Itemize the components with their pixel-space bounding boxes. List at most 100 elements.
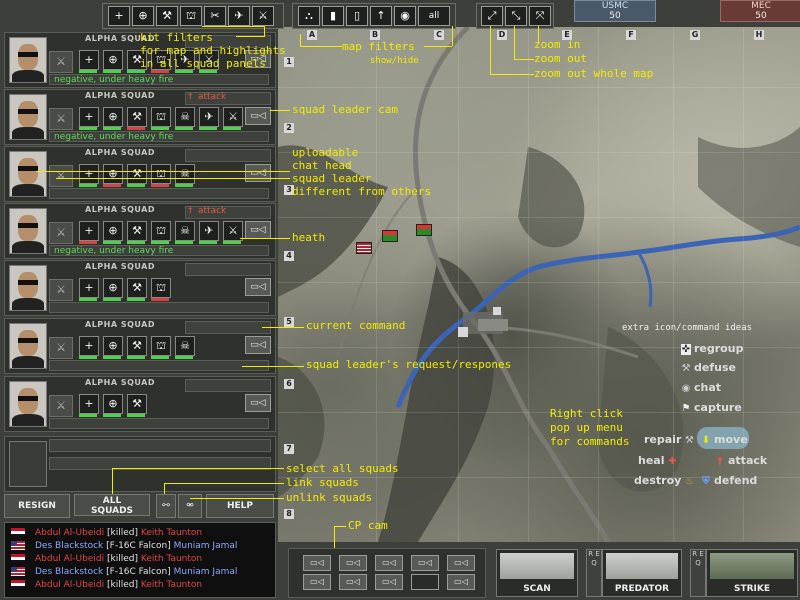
member-kit-icon[interactable]: ⛫: [151, 278, 171, 298]
member-kit-icon[interactable]: ⊕: [103, 164, 123, 184]
move-command[interactable]: ⬇ move: [698, 433, 748, 446]
request-predator-button[interactable]: R E Q: [586, 549, 602, 597]
cp-cam-button[interactable]: ▭◁: [375, 574, 403, 590]
cp-cam-button[interactable]: ▭◁: [375, 555, 403, 571]
squad-leader-kit-icon[interactable]: ⚔: [49, 165, 73, 187]
cp-cam-button[interactable]: ▭◁: [339, 574, 367, 590]
scan-button[interactable]: SCAN: [496, 549, 578, 597]
member-kit-icon[interactable]: ⚒: [127, 221, 147, 241]
member-kit-icon[interactable]: ⊕: [103, 107, 123, 127]
squad-leader-kit-icon[interactable]: ⚔: [49, 395, 73, 417]
regroup-command[interactable]: ✜ regroup: [678, 342, 743, 355]
member-kit-icon[interactable]: +: [79, 278, 99, 298]
member-kit-icon[interactable]: +: [79, 164, 99, 184]
member-kit-icon[interactable]: ⛫: [151, 336, 171, 356]
member-kit-icon[interactable]: ⚒: [127, 336, 147, 356]
destroy-command[interactable]: destroy ♨: [634, 474, 697, 487]
strike-button[interactable]: STRIKE: [706, 549, 798, 597]
squad-leader-avatar[interactable]: [9, 94, 47, 140]
engineer-kit-filter[interactable]: ⚒: [156, 6, 178, 26]
member-kit-icon[interactable]: +: [79, 394, 99, 414]
squad-leader-avatar[interactable]: [9, 381, 47, 427]
squad-leader-avatar[interactable]: [9, 323, 47, 369]
heal-command[interactable]: heal ✚: [638, 454, 681, 467]
cp-cam-button[interactable]: ▭◁: [303, 574, 331, 590]
squad-panel[interactable]: ⚔ ALPHA SQUAD + ⊕ ⚒ ⛫ ☠ ▭◁: [4, 146, 276, 202]
member-kit-icon[interactable]: +: [79, 50, 99, 70]
member-kit-icon[interactable]: +: [79, 336, 99, 356]
squad-panel[interactable]: ⚔ ALPHA SQUAD + ⊕ ⚒ ⛫ ▭◁: [4, 260, 276, 316]
resign-button[interactable]: RESIGN: [4, 494, 70, 518]
attack-command[interactable]: † attack: [712, 454, 768, 467]
squad-leader-cam-button[interactable]: ▭◁: [245, 278, 271, 296]
member-kit-icon[interactable]: ☠: [175, 336, 195, 356]
chat-command[interactable]: ◉ chat: [678, 381, 721, 394]
member-kit-icon[interactable]: ⊕: [103, 278, 123, 298]
squad-leader-cam-button[interactable]: ▭◁: [245, 336, 271, 354]
member-kit-icon[interactable]: ⛫: [151, 164, 171, 184]
member-kit-icon[interactable]: ✈: [199, 221, 219, 241]
member-kit-icon[interactable]: +: [79, 107, 99, 127]
squad-leader-avatar[interactable]: [9, 265, 47, 311]
cp-cam-button[interactable]: ▭◁: [303, 555, 331, 571]
usmc-flag-icon[interactable]: [356, 242, 372, 254]
squad-leader-cam-button[interactable]: ▭◁: [245, 221, 271, 239]
special-ops-kit-filter[interactable]: ✂: [204, 6, 226, 26]
capture-command[interactable]: ⚑ capture: [678, 401, 742, 414]
member-kit-icon[interactable]: +: [79, 221, 99, 241]
vehicle-map-filter[interactable]: ⛬: [298, 6, 320, 26]
squad-panel[interactable]: ⚔ ALPHA SQUAD + ⊕ ⚒ ▭◁: [4, 376, 276, 432]
zoom-out-button[interactable]: ⤡: [505, 6, 527, 26]
defend-command[interactable]: ⛨ defend: [698, 474, 757, 487]
squad-panel[interactable]: ⚔ ALPHA SQUAD † attack + ⊕ ⚒ ⛫ ☠ ✈ ⚔ ▭◁ negative, un…: [4, 203, 276, 259]
mec-flag-icon[interactable]: [382, 230, 398, 242]
member-kit-icon[interactable]: ☠: [175, 164, 195, 184]
repair-command[interactable]: repair ⚒: [644, 433, 697, 446]
member-kit-icon[interactable]: ⛫: [151, 107, 171, 127]
member-kit-icon[interactable]: ☠: [175, 107, 195, 127]
assault-kit-filter[interactable]: ⛫: [180, 6, 202, 26]
squad-leader-kit-icon[interactable]: ⚔: [49, 222, 73, 244]
mec-flag-icon[interactable]: [416, 224, 432, 236]
member-kit-icon[interactable]: ☠: [175, 221, 195, 241]
squad-leader-avatar[interactable]: [9, 151, 47, 197]
squad-leader-avatar[interactable]: [9, 208, 47, 254]
zoom-whole-map-button[interactable]: ⤧: [529, 6, 551, 26]
member-kit-icon[interactable]: ⚒: [127, 278, 147, 298]
member-kit-icon[interactable]: ⊕: [103, 221, 123, 241]
squad-leader-kit-icon[interactable]: ⚔: [49, 279, 73, 301]
unit-map-filter[interactable]: ▮: [322, 6, 344, 26]
support-kit-filter[interactable]: ⚔: [252, 6, 274, 26]
squad-panel[interactable]: ⚔ ALPHA SQUAD + ⊕ ⚒ ⛫ ☠ ▭◁: [4, 318, 276, 374]
squad-leader-cam-button[interactable]: ▭◁: [245, 394, 271, 412]
member-kit-icon[interactable]: ⚒: [127, 164, 147, 184]
member-kit-icon[interactable]: ⊕: [103, 336, 123, 356]
point-map-filter[interactable]: ◉: [394, 6, 416, 26]
link-squads-button[interactable]: ⚯: [156, 494, 176, 518]
member-kit-icon[interactable]: ✈: [199, 107, 219, 127]
zoom-in-button[interactable]: ⤢: [481, 6, 503, 26]
predator-button[interactable]: PREDATOR: [602, 549, 682, 597]
squad-leader-kit-icon[interactable]: ⚔: [49, 108, 73, 130]
all-map-filter[interactable]: all: [418, 6, 450, 26]
member-kit-icon[interactable]: ⊕: [103, 394, 123, 414]
sniper-kit-filter[interactable]: ⊕: [132, 6, 154, 26]
cp-cam-button[interactable]: ▭◁: [339, 555, 367, 571]
cp-cam-button[interactable]: ▭◁: [411, 555, 439, 571]
member-kit-icon[interactable]: ⊕: [103, 50, 123, 70]
marker-map-filter[interactable]: ▯: [346, 6, 368, 26]
request-strike-button[interactable]: R E Q: [690, 549, 706, 597]
cp-cam-button[interactable]: ▭◁: [447, 555, 475, 571]
squad-leader-kit-icon[interactable]: ⚔: [49, 337, 73, 359]
medic-kit-filter[interactable]: +: [108, 6, 130, 26]
member-kit-icon[interactable]: ⛫: [151, 221, 171, 241]
arrow-map-filter[interactable]: ↑: [370, 6, 392, 26]
all-squads-button[interactable]: ALL SQUADS: [74, 494, 150, 516]
squad-leader-cam-button[interactable]: ▭◁: [245, 107, 271, 125]
squad-leader-kit-icon[interactable]: ⚔: [49, 51, 73, 73]
squad-leader-avatar[interactable]: [9, 37, 47, 83]
squad-leader-cam-button[interactable]: ▭◁: [245, 164, 271, 182]
squad-panel[interactable]: ⚔ ALPHA SQUAD † attack + ⊕ ⚒ ⛫ ☠ ✈ ⚔ ▭◁ negative, un…: [4, 89, 276, 145]
cp-cam-button[interactable]: ▭◁: [447, 574, 475, 590]
defuse-command[interactable]: ⚒ defuse: [678, 361, 736, 374]
